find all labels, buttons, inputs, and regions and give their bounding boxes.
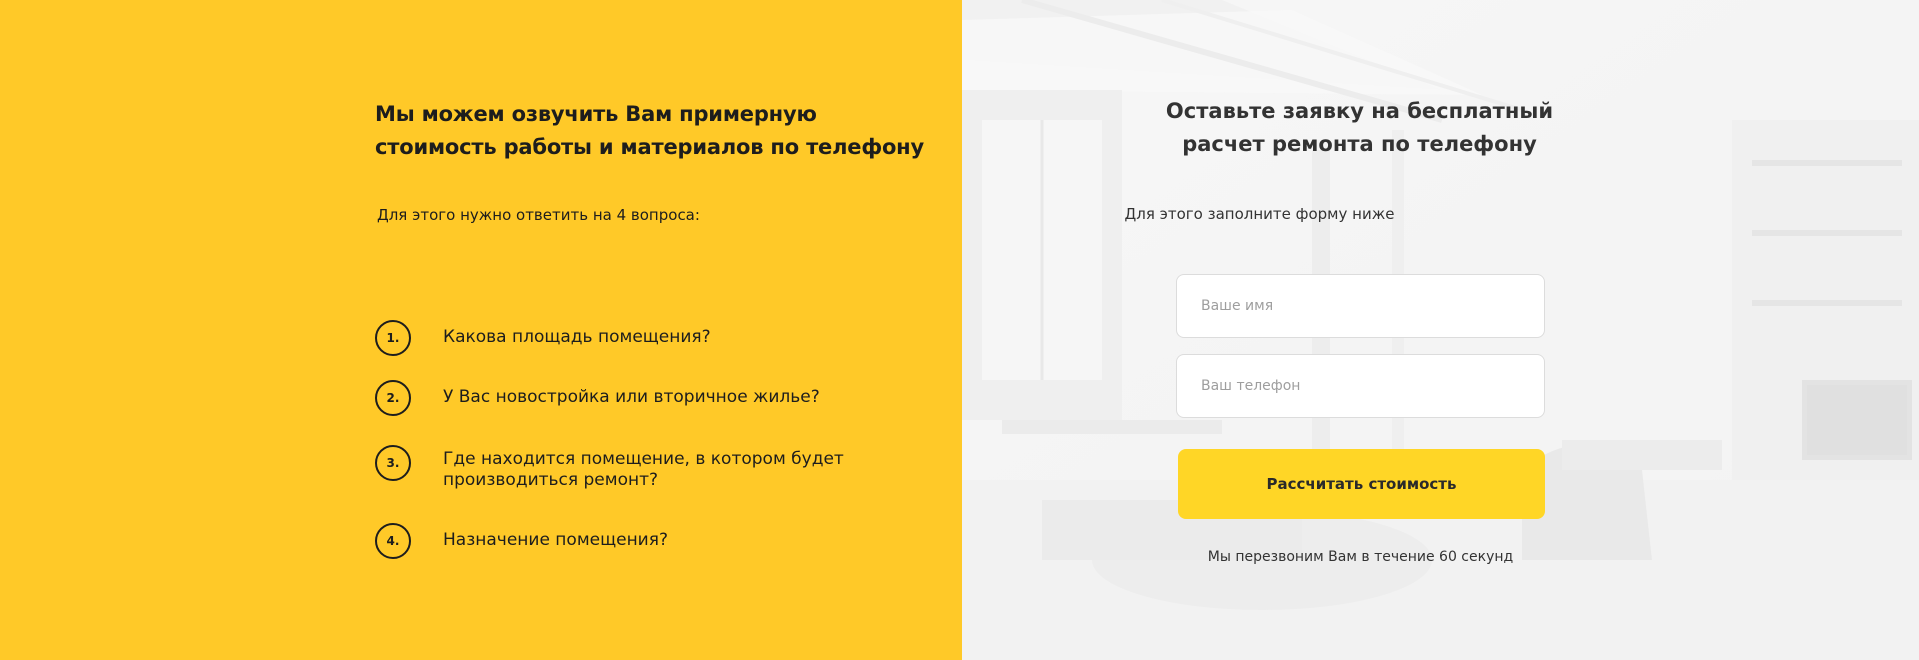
question-number-badge: 1. [375,320,411,356]
info-heading: Мы можем озвучить Вам примерную стоимост… [375,102,924,159]
question-number-badge: 2. [375,380,411,416]
page: Мы можем озвучить Вам примерную стоимост… [0,0,1919,660]
phone-field[interactable] [1176,354,1545,418]
question-item: 3. Где находится помещение, в котором бу… [375,445,863,491]
form-subheading: Для этого заполните форму ниже [1124,205,1395,223]
name-input[interactable] [1201,298,1520,314]
question-item: 2. У Вас новостройка или вторичное жилье… [375,380,863,416]
question-text: Какова площадь помещения? [443,327,711,347]
form-heading: Оставьте заявку на бесплатный расчет рем… [1165,99,1554,156]
question-item: 1. Какова площадь помещения? [375,320,863,356]
info-subheading: Для этого нужно ответить на 4 вопроса: [377,206,700,224]
phone-input[interactable] [1201,378,1520,394]
question-number-badge: 4. [375,523,411,559]
info-panel: Мы можем озвучить Вам примерную стоимост… [0,0,962,660]
question-item: 4. Назначение помещения? [375,523,863,559]
calculate-cost-button[interactable]: Рассчитать стоимость [1178,449,1545,519]
question-text: Назначение помещения? [443,530,668,550]
callback-note: Мы перезвоним Вам в течение 60 секунд [1207,549,1514,565]
question-text: Где находится помещение, в котором будет… [443,449,844,490]
question-number-badge: 3. [375,445,411,481]
question-text: У Вас новостройка или вторичное жилье? [443,387,820,407]
name-field[interactable] [1176,274,1545,338]
